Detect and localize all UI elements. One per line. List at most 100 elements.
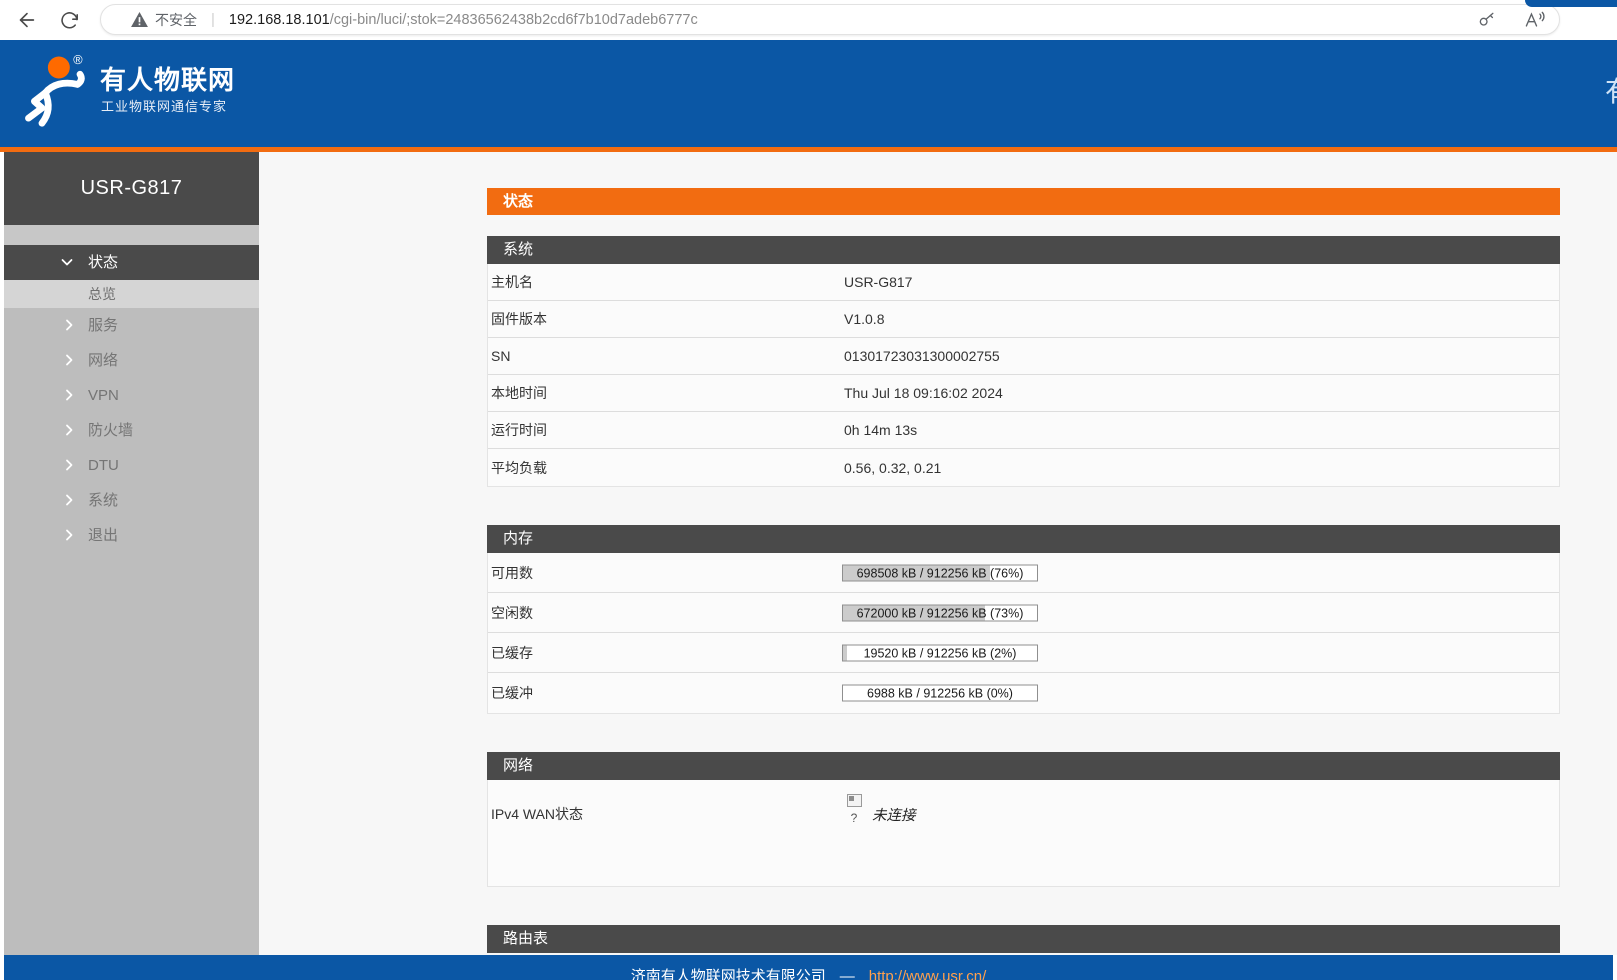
sidebar-item-label: DTU (88, 457, 119, 474)
row-label: 已缓冲 (491, 683, 533, 703)
section-header-routes: 路由表 (487, 925, 1560, 953)
row-value: Thu Jul 18 09:16:02 2024 (844, 385, 1003, 401)
sidebar-item-label: 退出 (88, 527, 118, 544)
progress-bar-text: 672000 kB / 912256 kB (73%) (843, 605, 1037, 620)
section-header-system: 系统 (487, 236, 1560, 264)
page-footer: 济南有人物联网技术有限公司 — http://www.usr.cn/ (4, 955, 1613, 980)
sidebar-item-dtu[interactable]: DTU (4, 448, 259, 483)
chevron-right-icon (62, 318, 76, 332)
table-row: 运行时间 0h 14m 13s (488, 412, 1559, 449)
memory-table: 可用数 698508 kB / 912256 kB (76%) 空闲数 6720… (487, 553, 1560, 714)
table-row: IPv4 WAN状态 ? 未连接 (488, 780, 1559, 886)
sidebar-item-services[interactable]: 服务 (4, 308, 259, 343)
sidebar-item-system[interactable]: 系统 (4, 483, 259, 518)
browser-tab-remnant (1525, 0, 1617, 7)
sidebar-item-firewall[interactable]: 防火墙 (4, 413, 259, 448)
table-row: 本地时间 Thu Jul 18 09:16:02 2024 (488, 375, 1559, 412)
section-header-memory: 内存 (487, 525, 1560, 553)
row-label: 固件版本 (491, 309, 547, 329)
progress-bar-text: 698508 kB / 912256 kB (76%) (843, 565, 1037, 580)
usr-logo: ® (20, 52, 96, 132)
row-value: 0.56, 0.32, 0.21 (844, 460, 941, 476)
url-domain: 192.168.18.101 (229, 12, 330, 28)
brand-subtitle: 工业物联网通信专家 (101, 96, 227, 115)
row-label: SN (491, 348, 510, 364)
memory-progress-bar: 672000 kB / 912256 kB (73%) (842, 604, 1038, 621)
row-value: V1.0.8 (844, 311, 884, 327)
table-row: 主机名 USR-G817 (488, 264, 1559, 301)
browser-chrome: 不安全 | 192.168.18.101/cgi-bin/luci/;stok=… (0, 0, 1617, 40)
page-title: 状态 (487, 188, 1560, 215)
chevron-right-icon (62, 493, 76, 507)
device-name: USR-G817 (4, 152, 259, 225)
memory-progress-bar: 698508 kB / 912256 kB (76%) (842, 564, 1038, 581)
footer-company: 济南有人物联网技术有限公司 (631, 968, 826, 980)
sidebar-item-vpn[interactable]: VPN (4, 378, 259, 413)
read-aloud-icon[interactable] (1523, 10, 1545, 30)
sidebar-item-label: 防火墙 (88, 422, 133, 439)
table-row: 固件版本 V1.0.8 (488, 301, 1559, 338)
memory-progress-bar: 19520 kB / 912256 kB (2%) (842, 644, 1038, 661)
row-label: 空闲数 (491, 603, 533, 623)
chevron-right-icon (62, 458, 76, 472)
table-row: 已缓存 19520 kB / 912256 kB (2%) (488, 633, 1559, 673)
chevron-right-icon (62, 423, 76, 437)
row-label: 已缓存 (491, 643, 533, 663)
chevron-right-icon (62, 388, 76, 402)
sidebar-item-network[interactable]: 网络 (4, 343, 259, 378)
brand-title: 有人物联网 (100, 60, 235, 97)
sidebar-subitem-overview[interactable]: 总览 (4, 280, 259, 308)
sidebar-item-label: 系统 (88, 492, 118, 509)
sidebar-spacer (4, 225, 259, 245)
sidebar-subitem-label: 总览 (88, 286, 116, 302)
row-value: 01301723031300002755 (844, 348, 1000, 364)
row-label: IPv4 WAN状态 (491, 804, 583, 824)
row-value: 0h 14m 13s (844, 422, 917, 438)
chevron-right-icon (62, 528, 76, 542)
system-table: 主机名 USR-G817 固件版本 V1.0.8 SN 013017230313… (487, 264, 1560, 487)
footer-separator: — (840, 968, 855, 980)
network-table: IPv4 WAN状态 ? 未连接 (487, 780, 1560, 887)
question-mark-hint: ? (851, 811, 858, 825)
memory-progress-bar: 6988 kB / 912256 kB (0%) (842, 685, 1038, 702)
sidebar-item-label: 状态 (88, 254, 118, 271)
wan-status-text: 未连接 (872, 804, 916, 825)
sidebar-item-label: 服务 (88, 317, 118, 334)
chevron-down-icon (60, 255, 74, 269)
sidebar-item-label: VPN (88, 387, 119, 404)
row-label: 平均负载 (491, 458, 547, 478)
address-bar[interactable]: 不安全 | 192.168.18.101/cgi-bin/luci/;stok=… (100, 4, 1560, 35)
row-label: 运行时间 (491, 420, 547, 440)
sidebar-item-status[interactable]: 状态 (4, 245, 259, 280)
not-secure-warning-icon (131, 12, 148, 27)
sidebar-item-label: 网络 (88, 352, 118, 369)
row-label: 可用数 (491, 563, 533, 583)
footer-link[interactable]: http://www.usr.cn/ (869, 968, 987, 980)
table-row: 已缓冲 6988 kB / 912256 kB (0%) (488, 673, 1559, 713)
sidebar-nav: USR-G817 状态 总览 服务 网络 VPN 防火墙 DTU 系统 退出 (4, 152, 259, 955)
main-content: 状态 系统 主机名 USR-G817 固件版本 V1.0.8 SN 013017… (259, 152, 1617, 955)
app-header: ® 有人物联网 工业物联网通信专家 有 (0, 40, 1617, 152)
security-status-label[interactable]: 不安全 (155, 10, 197, 30)
chevron-right-icon (62, 353, 76, 367)
url-path: /cgi-bin/luci/;stok=24836562438b2cd6f7b1… (330, 12, 698, 28)
broken-image-icon: ? (844, 794, 864, 825)
browser-refresh-icon[interactable] (56, 7, 82, 33)
table-row: 平均负载 0.56, 0.32, 0.21 (488, 449, 1559, 486)
password-key-icon[interactable] (1477, 10, 1497, 30)
progress-bar-text: 19520 kB / 912256 kB (2%) (843, 645, 1037, 660)
row-label: 本地时间 (491, 383, 547, 403)
row-label: 主机名 (491, 272, 533, 292)
row-value: USR-G817 (844, 274, 912, 290)
table-row: 空闲数 672000 kB / 912256 kB (73%) (488, 593, 1559, 633)
table-row: 可用数 698508 kB / 912256 kB (76%) (488, 553, 1559, 593)
page-url[interactable]: 192.168.18.101/cgi-bin/luci/;stok=248365… (229, 12, 698, 28)
address-bar-divider: | (211, 11, 215, 28)
header-clipped-text: 有 (1605, 70, 1617, 110)
registered-mark-glyph: ® (73, 53, 83, 67)
sidebar-item-logout[interactable]: 退出 (4, 518, 259, 553)
section-header-network: 网络 (487, 752, 1560, 780)
progress-bar-text: 6988 kB / 912256 kB (0%) (843, 686, 1037, 701)
browser-back-icon[interactable] (14, 7, 40, 33)
wan-status-cell: ? 未连接 (844, 794, 916, 825)
